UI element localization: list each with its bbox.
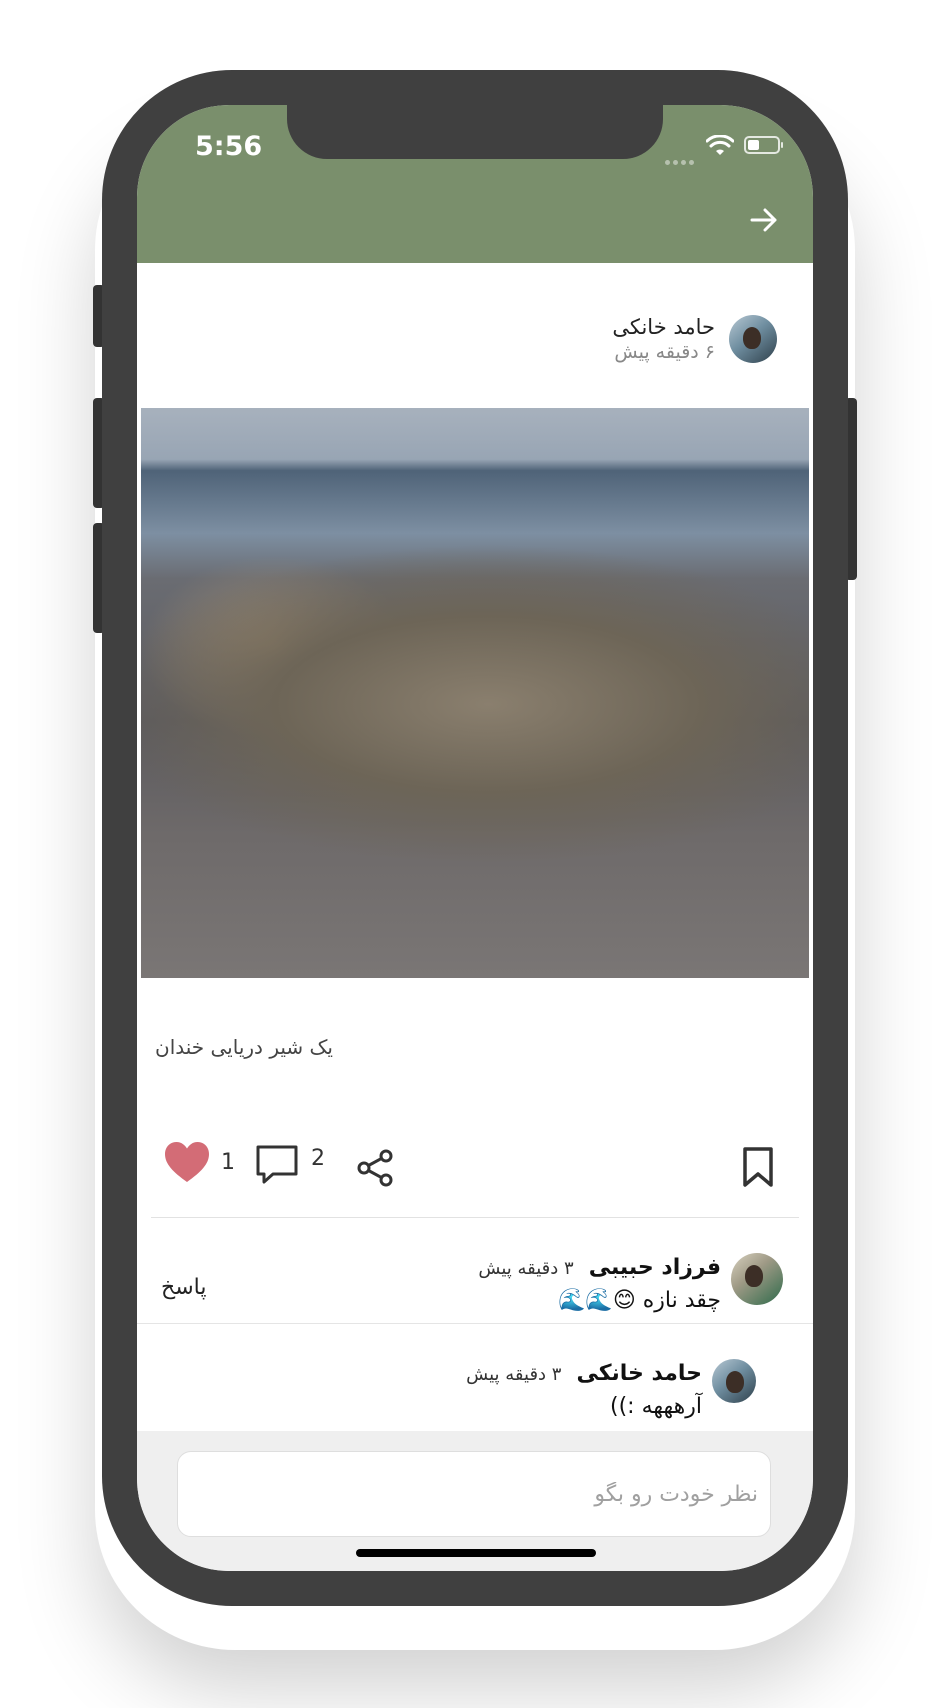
post-actions: 1 2 xyxy=(137,1140,813,1200)
comment-item: حامد خانکی ۳ دقیقه پیش آرهههه :)) xyxy=(466,1359,756,1424)
comment-count: 2 xyxy=(311,1146,325,1171)
app-header: 5:56 xyxy=(137,105,813,263)
like-count: 1 xyxy=(221,1150,235,1175)
post-caption: یک شیر دریایی خندان xyxy=(155,1035,333,1059)
commenter-name[interactable]: حامد خانکی xyxy=(576,1361,702,1386)
divider xyxy=(151,1217,799,1218)
heart-icon[interactable] xyxy=(163,1140,211,1184)
commenter-avatar[interactable] xyxy=(731,1253,783,1305)
comment-time: ۳ دقیقه پیش xyxy=(466,1364,562,1385)
share-icon[interactable] xyxy=(355,1148,395,1188)
cellular-signal-icon xyxy=(665,150,699,165)
author-avatar[interactable] xyxy=(729,315,777,363)
screen: 5:56 حامد خانکی ۶ دقیقه پیش یک شیر دریای… xyxy=(137,105,813,1571)
wifi-icon xyxy=(706,135,734,155)
battery-icon xyxy=(744,136,783,154)
comment-time: ۳ دقیقه پیش xyxy=(478,1258,574,1279)
post-photo[interactable] xyxy=(141,408,809,978)
comment-text: چقد نازه 😊🌊🌊 xyxy=(558,1288,721,1313)
post-author[interactable]: حامد خانکی ۶ دقیقه پیش xyxy=(612,313,777,365)
comment-item: فرزاد حبیبی ۳ دقیقه پیش چقد نازه 😊🌊🌊 xyxy=(478,1253,783,1318)
author-name[interactable]: حامد خانکی xyxy=(612,314,715,340)
home-indicator xyxy=(356,1549,596,1557)
status-time: 5:56 xyxy=(195,131,263,162)
reply-button[interactable]: پاسخ xyxy=(161,1275,206,1300)
divider xyxy=(137,1323,813,1324)
comment-text: آرهههه :)) xyxy=(610,1394,702,1419)
comment-input[interactable] xyxy=(177,1451,771,1537)
commenter-name[interactable]: فرزاد حبیبی xyxy=(589,1255,721,1280)
bookmark-icon[interactable] xyxy=(741,1146,775,1188)
arrow-right-icon[interactable] xyxy=(749,205,779,235)
commenter-avatar[interactable] xyxy=(712,1359,756,1403)
post-time: ۶ دقیقه پیش xyxy=(614,341,715,363)
comment-icon[interactable] xyxy=(255,1144,299,1186)
notch xyxy=(287,105,663,159)
